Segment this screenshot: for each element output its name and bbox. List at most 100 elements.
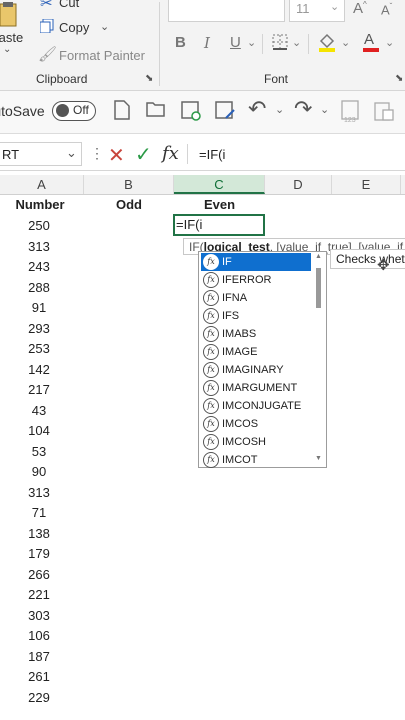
chevron-down-icon[interactable]: ⌄: [275, 103, 284, 116]
chevron-down-icon[interactable]: ⌄: [330, 0, 339, 13]
open-folder-icon[interactable]: [146, 100, 166, 124]
autocomplete-item[interactable]: fx IMAGINARY: [201, 361, 311, 379]
number-cell[interactable]: 43: [0, 401, 78, 421]
svg-text:123: 123: [344, 117, 356, 124]
function-icon: fx: [203, 398, 219, 415]
number-cell[interactable]: 187: [0, 647, 78, 667]
chevron-down-icon[interactable]: ⌄: [385, 36, 394, 49]
number-cell[interactable]: 293: [0, 319, 78, 339]
shrink-font-icon[interactable]: Aˇ: [381, 2, 392, 17]
autocomplete-item[interactable]: fx IMAGE: [201, 343, 311, 361]
save-as-icon[interactable]: [214, 100, 236, 128]
cut-button[interactable]: Cut: [59, 0, 79, 10]
number-cell[interactable]: 217: [0, 380, 78, 400]
chevron-down-icon[interactable]: ⌄: [320, 103, 329, 116]
number-cell[interactable]: 106: [0, 626, 78, 646]
column-header-d[interactable]: D: [265, 175, 332, 194]
autocomplete-item[interactable]: fx IF: [201, 253, 311, 271]
divider: [262, 34, 263, 54]
autocomplete-scrollbar[interactable]: ▲ ▼: [314, 253, 323, 464]
scroll-up-icon[interactable]: ▲: [315, 253, 322, 260]
header-even[interactable]: Even: [174, 195, 265, 215]
number-cell[interactable]: 91: [0, 298, 78, 318]
chevron-down-icon[interactable]: ⌄: [247, 36, 256, 49]
fill-color-icon[interactable]: [318, 32, 336, 57]
number-cell[interactable]: 261: [0, 667, 78, 687]
autocomplete-item[interactable]: fx IFS: [201, 307, 311, 325]
font-size-box[interactable]: 11 ⌄: [289, 0, 345, 22]
format-painter-button[interactable]: Format Painter: [59, 48, 145, 63]
borders-icon[interactable]: [272, 34, 288, 55]
chevron-down-icon[interactable]: ⌄: [341, 36, 350, 49]
redo-icon[interactable]: ↷: [294, 96, 312, 122]
number-cell[interactable]: 104: [0, 421, 78, 441]
active-cell[interactable]: =IF(i: [173, 214, 265, 236]
undo-icon[interactable]: ↶: [248, 96, 266, 122]
number-cell[interactable]: 71: [0, 503, 78, 523]
number-cell[interactable]: 138: [0, 524, 78, 544]
autocomplete-item[interactable]: fx IMABS: [201, 325, 311, 343]
formula-input[interactable]: =IF(i: [199, 147, 225, 162]
toggle-state-label: Off: [73, 103, 89, 117]
autocomplete-item[interactable]: fx IMARGUMENT: [201, 379, 311, 397]
header-odd[interactable]: Odd: [84, 195, 174, 215]
column-header-c[interactable]: C: [174, 175, 265, 194]
chevron-down-icon[interactable]: ⌄: [100, 20, 109, 33]
number-cell[interactable]: 179: [0, 544, 78, 564]
header-number[interactable]: Number: [0, 195, 80, 215]
column-header-a[interactable]: A: [0, 175, 84, 194]
column-header-b[interactable]: B: [84, 175, 174, 194]
chevron-down-icon[interactable]: ⌄: [66, 145, 77, 161]
enter-icon[interactable]: ✓: [135, 142, 152, 167]
save-sync-icon[interactable]: [180, 100, 202, 128]
copy-icon: [39, 18, 54, 38]
function-icon: fx: [203, 362, 219, 379]
cancel-icon[interactable]: ✕: [108, 143, 125, 168]
underline-button[interactable]: U: [230, 34, 241, 51]
number-cell[interactable]: 266: [0, 565, 78, 585]
autocomplete-item[interactable]: fx IMCONJUGATE: [201, 397, 311, 415]
paste-icon[interactable]: [0, 2, 20, 28]
name-box[interactable]: RT ⌄: [0, 142, 82, 166]
scroll-thumb[interactable]: [316, 268, 321, 308]
autosave-toggle[interactable]: Off: [52, 101, 96, 121]
scroll-down-icon[interactable]: ▼: [315, 455, 322, 462]
number-cell[interactable]: 142: [0, 360, 78, 380]
column-headers: A B C D E: [0, 175, 405, 195]
new-file-icon[interactable]: [114, 100, 130, 126]
paste-special-icon[interactable]: [373, 100, 395, 128]
number-cell[interactable]: 253: [0, 339, 78, 359]
dialog-launcher-icon[interactable]: ⬊: [395, 73, 403, 84]
active-cell-text: =IF(i: [176, 217, 203, 232]
number-cell[interactable]: 221: [0, 585, 78, 605]
number-cell[interactable]: 313: [0, 483, 78, 503]
number-cell[interactable]: 53: [0, 442, 78, 462]
number-cell[interactable]: 313: [0, 237, 78, 257]
insert-function-icon[interactable]: fx: [162, 143, 179, 164]
number-cell[interactable]: 90: [0, 462, 78, 482]
number-cell[interactable]: 288: [0, 278, 78, 298]
autocomplete-item[interactable]: fx IFNA: [201, 289, 311, 307]
dialog-launcher-icon[interactable]: ⬊: [145, 73, 153, 84]
chevron-down-icon[interactable]: ⌄: [292, 36, 301, 49]
copy-button[interactable]: Copy: [59, 20, 89, 35]
more-options-icon[interactable]: ⋮: [90, 145, 104, 162]
autocomplete-item[interactable]: fx IMCOSH: [201, 433, 311, 451]
number-cell[interactable]: 303: [0, 606, 78, 626]
grow-font-icon[interactable]: A^: [353, 0, 367, 17]
function-name: IMCOT: [222, 454, 258, 466]
chevron-down-icon[interactable]: ⌄: [3, 44, 11, 55]
column-header-e[interactable]: E: [332, 175, 401, 194]
autocomplete-item[interactable]: fx IMCOT: [201, 451, 311, 469]
bold-button[interactable]: B: [175, 34, 186, 51]
font-color-icon[interactable]: A: [362, 31, 380, 57]
number-format-icon[interactable]: 123: [340, 100, 362, 130]
paste-button[interactable]: Paste: [0, 30, 23, 45]
italic-button[interactable]: I: [204, 34, 210, 52]
font-name-box[interactable]: [168, 0, 285, 22]
autocomplete-item[interactable]: fx IMCOS: [201, 415, 311, 433]
number-cell[interactable]: 229: [0, 688, 78, 708]
number-cell[interactable]: 243: [0, 257, 78, 277]
number-cell[interactable]: 250: [0, 216, 78, 236]
autocomplete-item[interactable]: fx IFERROR: [201, 271, 311, 289]
